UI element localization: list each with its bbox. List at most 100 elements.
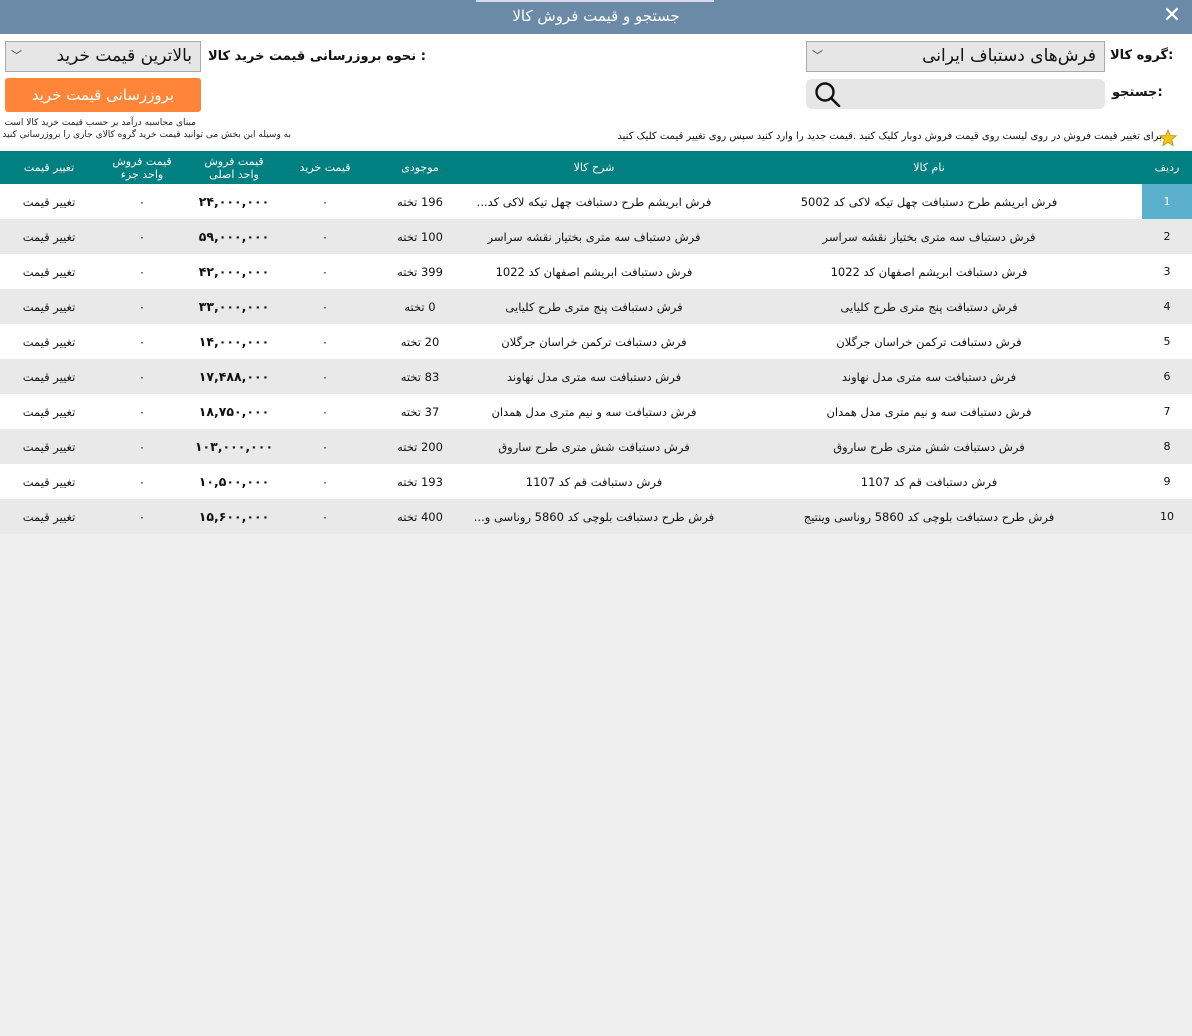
cell-stock: 20 تخته (368, 324, 472, 359)
cell-name: فرش دستبافت سه و نیم متری مدل همدان (716, 394, 1142, 429)
cell-name: فرش دستبافت سه متری مدل نهاوند (716, 359, 1142, 394)
cell-buy: ۰ (282, 254, 368, 289)
update-method-select[interactable]: بالاترین قیمت خرید ﹀ (5, 41, 201, 72)
cell-sale-main[interactable]: ۲۴,۰۰۰,۰۰۰ (186, 184, 282, 219)
cell-row-number[interactable]: 3 (1142, 254, 1192, 289)
search-icon[interactable] (812, 81, 842, 107)
update-buy-price-button[interactable]: بروزرسانی قیمت خرید (5, 78, 201, 112)
cell-sale-part[interactable]: ۰ (98, 429, 186, 464)
cell-sale-main[interactable]: ۱۴,۰۰۰,۰۰۰ (186, 324, 282, 359)
group-label: گروه کالا: (1110, 48, 1174, 63)
table-row[interactable]: تغییر قیمت ۰ ۴۲,۰۰۰,۰۰۰ ۰ 399 تخته فرش د… (0, 254, 1192, 289)
table-row[interactable]: تغییر قیمت ۰ ۱۷,۴۸۸,۰۰۰ ۰ 83 تخته فرش دس… (0, 359, 1192, 394)
cell-row-number[interactable]: 2 (1142, 219, 1192, 254)
change-price-link[interactable]: تغییر قیمت (0, 359, 98, 394)
cell-sale-main[interactable]: ۱۷,۴۸۸,۰۰۰ (186, 359, 282, 394)
group-select-value: فرش‌های دستباف ایرانی (922, 46, 1096, 66)
cell-stock: 100 تخته (368, 219, 472, 254)
cell-sale-part[interactable]: ۰ (98, 184, 186, 219)
update-method-label: نحوه بروزرسانی قیمت خرید کالا : (208, 49, 426, 64)
title-bar: جستجو و قیمت فروش کالا ✕ (0, 0, 1192, 34)
cell-sale-part[interactable]: ۰ (98, 499, 186, 534)
cell-stock: 400 تخته (368, 499, 472, 534)
change-price-link[interactable]: تغییر قیمت (0, 324, 98, 359)
cell-sale-main[interactable]: ۱۰,۵۰۰,۰۰۰ (186, 464, 282, 499)
products-table: تغییر قیمت قیمت فروش واحد جزء قیمت فروش وا… (0, 151, 1192, 534)
table-row[interactable]: تغییر قیمت ۰ ۵۹,۰۰۰,۰۰۰ ۰ 100 تخته فرش د… (0, 219, 1192, 254)
cell-name: فرش دستبافت ابریشم اصفهان کد 1022 (716, 254, 1142, 289)
cell-row-number[interactable]: 1 (1142, 184, 1192, 219)
table-header-row: تغییر قیمت قیمت فروش واحد جزء قیمت فروش وا… (0, 151, 1192, 184)
change-price-link[interactable]: تغییر قیمت (0, 394, 98, 429)
table-row[interactable]: تغییر قیمت ۰ ۱۴,۰۰۰,۰۰۰ ۰ 20 تخته فرش دس… (0, 324, 1192, 359)
cell-desc: فرش دستبافت سه و نیم متری مدل همدان (472, 394, 716, 429)
table-row[interactable]: تغییر قیمت ۰ ۱۰۳,۰۰۰,۰۰۰ ۰ 200 تخته فرش … (0, 429, 1192, 464)
cell-buy: ۰ (282, 324, 368, 359)
cell-sale-part[interactable]: ۰ (98, 324, 186, 359)
cell-row-number[interactable]: 7 (1142, 394, 1192, 429)
change-price-link[interactable]: تغییر قیمت (0, 219, 98, 254)
col-header-sale-part[interactable]: قیمت فروش واحد جزء (98, 151, 186, 184)
change-price-link[interactable]: تغییر قیمت (0, 464, 98, 499)
change-price-link[interactable]: تغییر قیمت (0, 499, 98, 534)
cell-buy: ۰ (282, 184, 368, 219)
chevron-down-icon: ﹀ (812, 49, 823, 62)
cell-row-number[interactable]: 9 (1142, 464, 1192, 499)
col-header-buy[interactable]: قیمت خرید (282, 151, 368, 184)
cell-name: فرش دستبافت پنج متری طرح کلیایی (716, 289, 1142, 324)
col-header-desc[interactable]: شرح کالا (472, 151, 716, 184)
title-accent-line (476, 0, 714, 2)
col-header-row[interactable]: ردیف (1142, 151, 1192, 184)
search-input[interactable] (848, 79, 1102, 111)
change-price-link[interactable]: تغییر قیمت (0, 184, 98, 219)
cell-stock: 399 تخته (368, 254, 472, 289)
col-header-stock[interactable]: موجودی (368, 151, 472, 184)
table-row[interactable]: تغییر قیمت ۰ ۳۳,۰۰۰,۰۰۰ ۰ 0 تخته فرش دست… (0, 289, 1192, 324)
cell-sale-main[interactable]: ۵۹,۰۰۰,۰۰۰ (186, 219, 282, 254)
cell-sale-main[interactable]: ۱۰۳,۰۰۰,۰۰۰ (186, 429, 282, 464)
group-select[interactable]: فرش‌های دستباف ایرانی ﹀ (806, 41, 1105, 72)
note-line-2: به وسیله این بخش می توانید قیمت خرید گرو… (2, 130, 291, 140)
col-header-change[interactable]: تغییر قیمت (0, 151, 98, 184)
cell-sale-main[interactable]: ۱۸,۷۵۰,۰۰۰ (186, 394, 282, 429)
window-title: جستجو و قیمت فروش کالا (512, 7, 680, 25)
change-price-link[interactable]: تغییر قیمت (0, 289, 98, 324)
cell-sale-main[interactable]: ۴۲,۰۰۰,۰۰۰ (186, 254, 282, 289)
cell-desc: فرش دستباف سه متری بختیار نقشه سراسر (472, 219, 716, 254)
cell-sale-main[interactable]: ۱۵,۶۰۰,۰۰۰ (186, 499, 282, 534)
change-price-link[interactable]: تغییر قیمت (0, 429, 98, 464)
cell-row-number[interactable]: 4 (1142, 289, 1192, 324)
cell-sale-part[interactable]: ۰ (98, 359, 186, 394)
table-row[interactable]: تغییر قیمت ۰ ۱۵,۶۰۰,۰۰۰ ۰ 400 تخته فرش ط… (0, 499, 1192, 534)
cell-desc: فرش دستبافت پنج متری طرح کلیایی (472, 289, 716, 324)
cell-sale-main[interactable]: ۳۳,۰۰۰,۰۰۰ (186, 289, 282, 324)
close-icon[interactable]: ✕ (1160, 4, 1184, 28)
table-row[interactable]: تغییر قیمت ۰ ۱۰,۵۰۰,۰۰۰ ۰ 193 تخته فرش د… (0, 464, 1192, 499)
cell-desc: فرش دستبافت سه متری مدل نهاوند (472, 359, 716, 394)
col-header-sale-main[interactable]: قیمت فروش واحد اصلی (186, 151, 282, 184)
cell-row-number[interactable]: 8 (1142, 429, 1192, 464)
cell-sale-part[interactable]: ۰ (98, 464, 186, 499)
chevron-down-icon: ﹀ (11, 49, 22, 62)
filter-panel: گروه کالا: فرش‌های دستباف ایرانی ﹀ جستجو… (0, 34, 1192, 151)
table-row[interactable]: تغییر قیمت ۰ ۱۸,۷۵۰,۰۰۰ ۰ 37 تخته فرش دس… (0, 394, 1192, 429)
cell-row-number[interactable]: 5 (1142, 324, 1192, 359)
search-label: جستجو: (1112, 85, 1163, 100)
cell-name: فرش دستباف سه متری بختیار نقشه سراسر (716, 219, 1142, 254)
cell-row-number[interactable]: 6 (1142, 359, 1192, 394)
col-header-name[interactable]: نام کالا (716, 151, 1142, 184)
cell-stock: 0 تخته (368, 289, 472, 324)
cell-desc: فرش طرح دستبافت بلوچی کد 5860 روناسی و..… (472, 499, 716, 534)
cell-sale-part[interactable]: ۰ (98, 394, 186, 429)
cell-sale-part[interactable]: ۰ (98, 289, 186, 324)
cell-buy: ۰ (282, 499, 368, 534)
table-row[interactable]: تغییر قیمت ۰ ۲۴,۰۰۰,۰۰۰ ۰ 196 تخته فرش ا… (0, 184, 1192, 219)
cell-desc: فرش دستبافت شش متری طرح ساروق (472, 429, 716, 464)
cell-name: فرش ابریشم طرح دستبافت چهل تیکه لاکی کد … (716, 184, 1142, 219)
cell-sale-part[interactable]: ۰ (98, 219, 186, 254)
change-price-link[interactable]: تغییر قیمت (0, 254, 98, 289)
cell-stock: 37 تخته (368, 394, 472, 429)
cell-row-number[interactable]: 10 (1142, 499, 1192, 534)
cell-stock: 83 تخته (368, 359, 472, 394)
cell-sale-part[interactable]: ۰ (98, 254, 186, 289)
